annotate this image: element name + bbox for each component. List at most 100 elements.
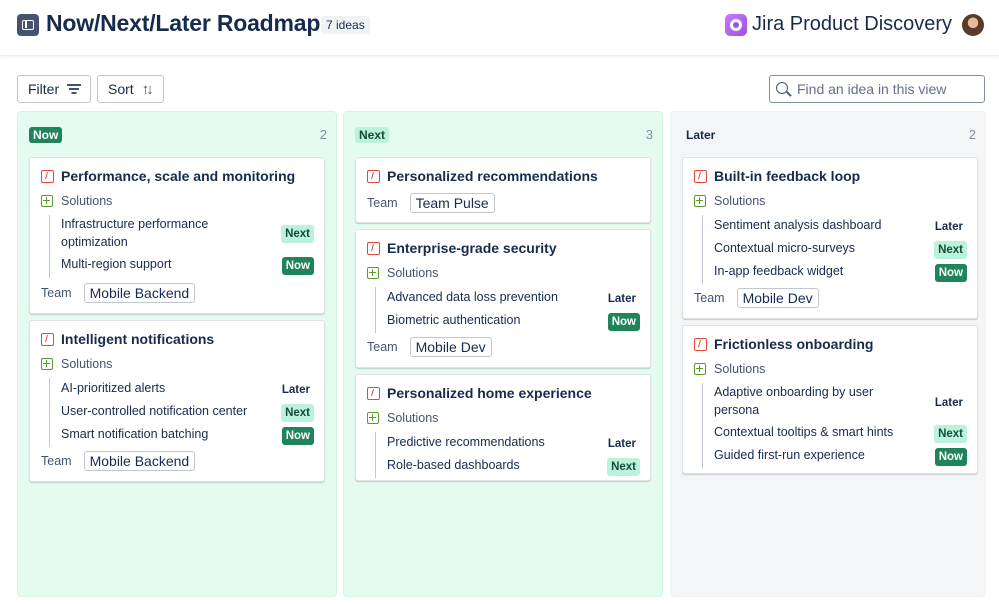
solution-icon [41, 358, 53, 370]
search-input[interactable] [797, 79, 977, 99]
status-badge: Later [934, 220, 963, 233]
idea-card[interactable]: Built-in feedback loop Solutions Sentime… [682, 157, 978, 319]
idea-card[interactable]: Personalized recommendations Team Team P… [355, 157, 651, 223]
card-header: Enterprise-grade security [367, 240, 557, 256]
status-badge: Next [934, 240, 967, 259]
team-chip[interactable]: Mobile Dev [736, 288, 819, 308]
card-header: Personalized home experience [367, 385, 592, 401]
user-avatar[interactable] [962, 14, 984, 36]
solution-item[interactable]: AI-prioritized alerts Later [50, 378, 314, 401]
team-row: Team Mobile Backend [41, 451, 196, 471]
status-badge: Now [934, 447, 967, 466]
jira-product-discovery-logo-icon [725, 14, 747, 36]
status-badge: Next [281, 403, 314, 422]
idea-icon [41, 332, 54, 346]
team-row: Team Mobile Dev [367, 337, 492, 357]
solution-item[interactable]: Role-based dashboards Next [376, 455, 640, 478]
solution-item[interactable]: Infrastructure performance optimization … [50, 215, 314, 252]
solutions-list: Adaptive onboarding by user persona Late… [702, 383, 967, 468]
card-title: Personalized recommendations [387, 168, 598, 184]
solution-item[interactable]: Multi-region support Now [50, 254, 314, 278]
idea-icon [694, 337, 707, 351]
idea-icon [367, 386, 380, 400]
solutions-header: Solutions [694, 362, 765, 376]
filter-button-label: Filter [28, 81, 60, 97]
card-title: Frictionless onboarding [714, 336, 874, 352]
team-chip[interactable]: Mobile Dev [409, 337, 492, 357]
card-header: Intelligent notifications [41, 331, 214, 347]
brand-name: Jira Product Discovery [752, 13, 953, 35]
page-title: Now/Next/Later Roadmap [46, 10, 321, 36]
solution-item[interactable]: Sentiment analysis dashboard Later [703, 215, 967, 238]
idea-card[interactable]: Frictionless onboarding Solutions Adapti… [682, 325, 978, 474]
column-later: Later 2 Built-in feedback loop Solutions… [670, 111, 986, 597]
solution-icon [694, 195, 706, 207]
solutions-header: Solutions [41, 194, 112, 208]
solution-item[interactable]: In-app feedback widget Now [703, 261, 967, 284]
solution-item[interactable]: Advanced data loss prevention Later [376, 287, 640, 310]
status-badge: Now [281, 257, 314, 275]
card-header: Frictionless onboarding [694, 336, 873, 352]
search-icon [776, 82, 788, 94]
solutions-list: Sentiment analysis dashboard Later Conte… [702, 215, 967, 284]
team-chip[interactable]: Mobile Backend [83, 451, 196, 471]
idea-icon [367, 169, 380, 183]
app-header: Now/Next/Later Roadmap 7 ideas Jira Prod… [0, 0, 999, 56]
idea-icon [367, 241, 380, 255]
idea-card[interactable]: Enterprise-grade security Solutions Adva… [355, 229, 651, 368]
solutions-header: Solutions [41, 357, 112, 371]
solution-item[interactable]: Contextual micro-surveys Next [703, 238, 967, 261]
solution-item[interactable]: User-controlled notification center Next [50, 401, 314, 424]
team-chip[interactable]: Mobile Backend [83, 283, 196, 303]
column-count: 2 [319, 127, 327, 142]
solutions-header: Solutions [694, 194, 765, 208]
sort-button-label: Sort [108, 81, 134, 97]
sort-button[interactable]: Sort ↑↓ [97, 75, 164, 103]
solution-item[interactable]: Adaptive onboarding by user persona Late… [703, 383, 967, 422]
status-badge: Next [281, 224, 314, 243]
card-title: Built-in feedback loop [714, 168, 861, 184]
column-label-later: Later [686, 128, 716, 142]
status-badge: Next [607, 457, 640, 476]
card-title: Enterprise-grade security [387, 240, 557, 256]
solutions-header: Solutions [367, 266, 438, 280]
status-badge: Later [607, 292, 636, 305]
solution-item[interactable]: Guided first-run experience Now [703, 445, 967, 468]
solution-item[interactable]: Biometric authentication Now [376, 310, 640, 333]
card-header: Performance, scale and monitoring [41, 168, 295, 184]
column-count: 3 [645, 127, 653, 142]
solutions-list: AI-prioritized alerts Later User-control… [49, 378, 314, 447]
status-badge: Later [934, 396, 963, 409]
idea-count-badge: 7 ideas [321, 16, 370, 34]
solution-item[interactable]: Smart notification batching Now [50, 424, 314, 447]
card-header: Built-in feedback loop [694, 168, 860, 184]
search-box[interactable] [769, 75, 985, 103]
column-count: 2 [968, 127, 976, 142]
solution-icon [694, 363, 706, 375]
status-badge: Later [607, 437, 636, 450]
team-row: Team Mobile Dev [694, 288, 819, 308]
idea-card[interactable]: Personalized home experience Solutions P… [355, 374, 651, 481]
idea-card[interactable]: Intelligent notifications Solutions AI-p… [29, 320, 325, 482]
idea-icon [41, 169, 54, 183]
solution-icon [367, 412, 379, 424]
filter-icon [67, 84, 82, 94]
team-chip[interactable]: Team Pulse [409, 193, 495, 213]
status-badge: Later [281, 383, 310, 396]
column-label-now: Now [29, 127, 63, 143]
solution-item[interactable]: Predictive recommendations Later [376, 432, 640, 455]
board-view-icon[interactable] [17, 14, 39, 36]
solutions-list: Infrastructure performance optimization … [49, 215, 314, 278]
status-badge: Now [281, 426, 314, 445]
filter-button[interactable]: Filter [17, 75, 91, 103]
card-title: Performance, scale and monitoring [61, 168, 296, 184]
card-title: Personalized home experience [387, 385, 592, 401]
team-row: Team Mobile Backend [41, 283, 196, 303]
idea-card[interactable]: Performance, scale and monitoring Soluti… [29, 157, 325, 314]
solution-item[interactable]: Contextual tooltips & smart hints Next [703, 422, 967, 445]
solutions-list: Advanced data loss prevention Later Biom… [375, 287, 640, 333]
status-badge: Now [607, 312, 640, 331]
status-badge: Now [934, 263, 967, 282]
solution-icon [41, 195, 53, 207]
team-row: Team Team Pulse [367, 193, 495, 213]
